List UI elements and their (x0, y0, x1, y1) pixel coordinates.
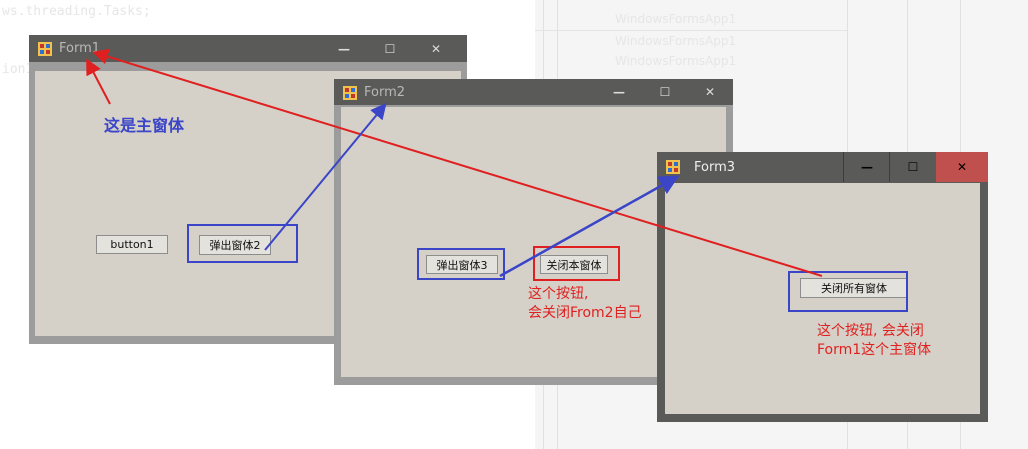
arrow-popup-to-form2 (264, 102, 387, 251)
annotation-arrows (86, 48, 823, 278)
arrow-main-form (86, 58, 111, 105)
arrow-close-all-to-form1 (92, 48, 823, 277)
arrow-popup-to-form3 (499, 175, 680, 278)
